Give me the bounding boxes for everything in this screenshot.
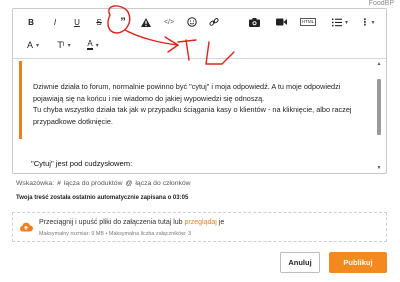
chevron-down-icon: ▾ <box>344 19 348 26</box>
chevron-down-icon: ▾ <box>371 19 374 26</box>
quote-icon[interactable]: ” <box>117 16 129 28</box>
warning-icon[interactable] <box>140 16 152 28</box>
cloud-upload-icon <box>19 220 33 232</box>
upload-text: Przeciągnij i upuść pliki do załączenia … <box>39 219 183 226</box>
text-style-dropdown[interactable]: T I ▾ <box>53 39 75 51</box>
video-icon[interactable] <box>275 16 287 28</box>
scroll-thumb[interactable] <box>377 79 381 135</box>
image-icon[interactable] <box>248 16 260 28</box>
hint-products[interactable]: łącza do produktów <box>64 180 123 187</box>
underline-icon[interactable]: U <box>71 16 83 28</box>
quote-paragraph: Tu chyba wszystko działa tak jak w przyp… <box>33 105 352 126</box>
chevron-down-icon: ▾ <box>95 42 99 49</box>
quote-accent-bar <box>19 61 22 139</box>
corner-text: FoodBP <box>368 0 394 7</box>
rich-text-editor[interactable]: B I U S ” </> HTML ▾ ⋮ ▾ A ▾ T I ▾ A ▾ D… <box>12 8 387 174</box>
scroll-down-icon[interactable]: ▼ <box>376 165 382 171</box>
upload-suffix: je <box>218 219 225 226</box>
quote-block: Dziwnie działa to forum, normalnie powin… <box>33 81 371 127</box>
hints-prefix: Wskazówka: <box>16 180 55 187</box>
italic-icon[interactable]: I <box>49 16 61 28</box>
emoji-icon[interactable] <box>186 16 198 28</box>
list-icon[interactable]: ▾ <box>331 16 349 28</box>
more-icon[interactable]: ⋮ ▾ <box>359 16 375 28</box>
editor-toolbar: B I U S ” </> HTML ▾ ⋮ ▾ A ▾ T I ▾ A ▾ <box>13 9 386 59</box>
editor-content[interactable]: Dziwnie działa to forum, normalnie powin… <box>19 61 374 173</box>
upload-instructions: Przeciągnij i upuść pliki do załączenia … <box>39 219 224 226</box>
link-icon[interactable] <box>208 16 220 28</box>
font-size-dropdown[interactable]: A ▾ <box>23 39 43 51</box>
html-label: HTML <box>299 18 317 26</box>
upload-limits: Maksymalny rozmiar: 9 MB • Maksymalna li… <box>39 231 191 237</box>
autosave-status: Twoja treść została ostatnio automatyczn… <box>16 195 189 201</box>
cancel-button[interactable]: Anuluj <box>280 252 320 273</box>
editor-scrollbar[interactable]: ▲ ▼ <box>376 61 382 171</box>
chevron-down-icon: ▾ <box>36 42 40 49</box>
font-size-icon: A <box>26 40 33 50</box>
chevron-down-icon: ▾ <box>67 42 71 49</box>
hint-members[interactable]: łącza do członków <box>135 180 190 187</box>
reply-text: "Cytuj" jest pod cudzysłowem: <box>31 159 133 168</box>
bold-icon[interactable]: B <box>25 16 37 28</box>
browse-link[interactable]: przeglądaj <box>185 219 217 226</box>
text-color-icon: A <box>87 39 93 50</box>
attachment-dropzone[interactable]: Przeciągnij i upuść pliki do załączenia … <box>12 212 387 242</box>
text-color-dropdown[interactable]: A ▾ <box>83 39 103 51</box>
code-icon[interactable]: </> <box>163 16 175 28</box>
editor-hints: Wskazówka: # łącza do produktów @ łącza … <box>16 180 191 187</box>
html-icon[interactable]: HTML <box>299 16 317 28</box>
publish-button[interactable]: Publikuj <box>329 252 387 273</box>
strikethrough-icon[interactable]: S <box>93 16 105 28</box>
quote-paragraph: Dziwnie działa to forum, normalnie powin… <box>33 82 341 103</box>
hash-icon: # <box>57 180 61 187</box>
at-icon: @ <box>125 180 133 187</box>
scroll-up-icon[interactable]: ▲ <box>376 61 382 67</box>
